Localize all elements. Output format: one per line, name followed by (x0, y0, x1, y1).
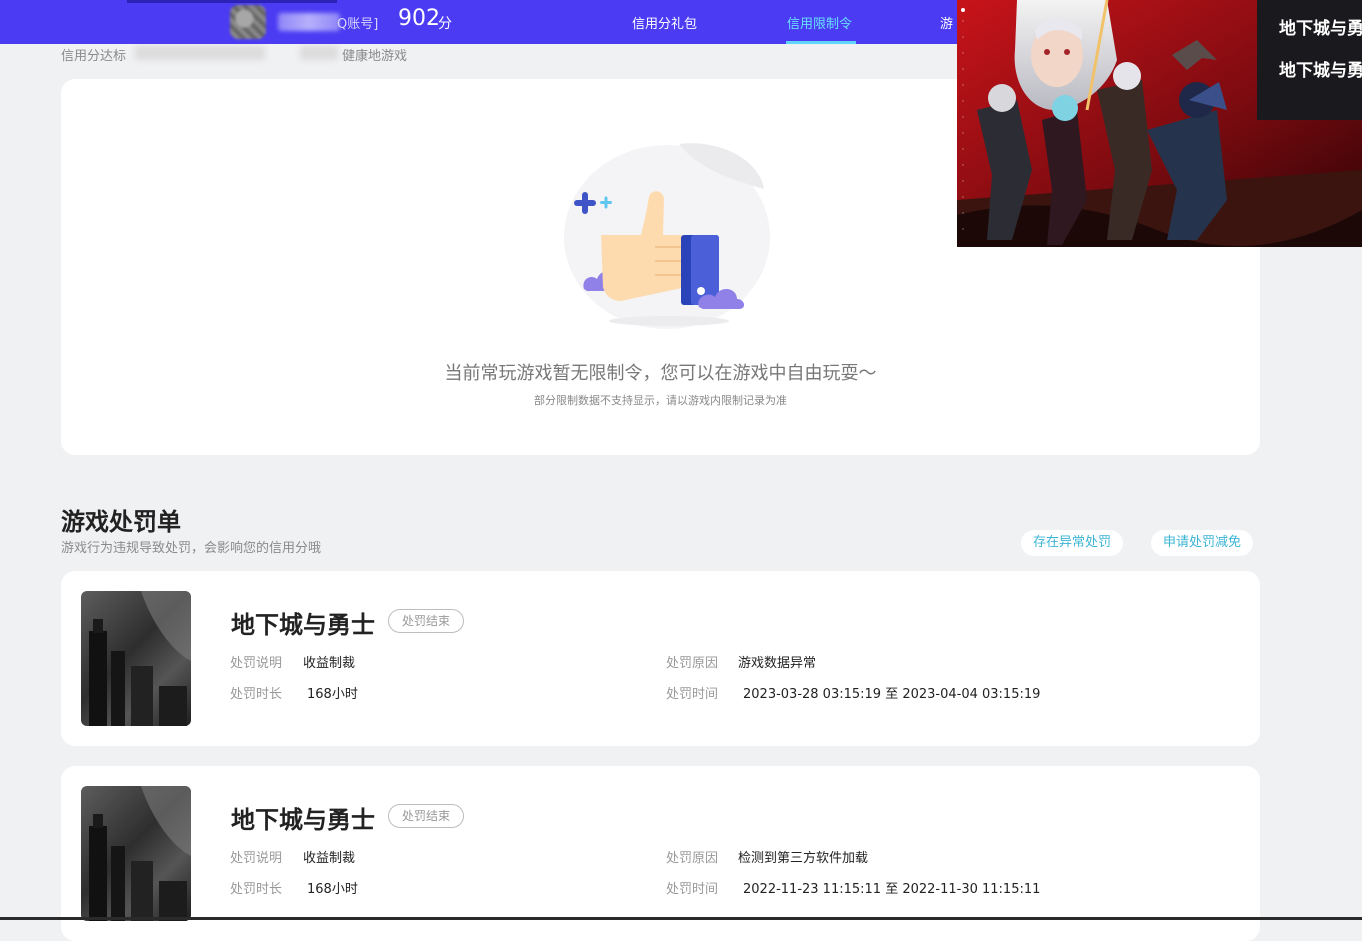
penalty-duration-label: 处罚时长 (230, 687, 283, 702)
game-thumbnail (81, 786, 191, 921)
penalty-explain-value: 收益制裁 (303, 851, 356, 866)
account-blurred (278, 13, 340, 31)
game-art-overlay[interactable]: 地下城与勇士 地下城与勇士 (957, 0, 1362, 247)
penalty-section-description: 游戏行为违规导致处罚，会影响您的信用分哦 (61, 541, 322, 556)
subtitle-blurred-2 (300, 46, 338, 60)
penalty-explain-value: 收益制裁 (303, 656, 356, 671)
game-name: 地下城与勇士 (231, 611, 375, 639)
game-logo-text: 地下城与勇士 (1279, 18, 1362, 39)
penalty-reason-label: 处罚原因 (666, 851, 719, 866)
penalty-card: 地下城与勇士 处罚结束 处罚说明 收益制裁 处罚时长 168小时 处罚原因 检测… (61, 766, 1260, 941)
game-thumbnail-art (89, 591, 191, 726)
penalty-card: 地下城与勇士 处罚结束 处罚说明 收益制裁 处罚时长 168小时 处罚原因 游戏… (61, 571, 1260, 746)
header-strip (127, 0, 337, 3)
penalty-duration-value: 168小时 (307, 882, 358, 897)
page-subtitle-end: 健康地游戏 (342, 49, 408, 64)
game-name: 地下城与勇士 (231, 806, 375, 834)
game-thumbnail (81, 591, 191, 726)
credit-score-unit: 分 (438, 16, 452, 32)
penalty-explain-label: 处罚说明 (230, 656, 283, 671)
penalty-duration-value: 168小时 (307, 687, 358, 702)
game-logo-text-2: 地下城与勇士 (1279, 60, 1362, 81)
penalty-section-title: 游戏处罚单 (61, 508, 181, 536)
page-subtitle-start: 信用分达标 (61, 49, 127, 64)
nav-credit-gift[interactable]: 信用分礼包 (632, 13, 697, 32)
active-tab-underline (786, 41, 856, 44)
penalty-reason-value: 游戏数据异常 (738, 656, 817, 671)
empty-state-title: 当前常玩游戏暂无限制令，您可以在游戏中自由玩耍～ (444, 363, 877, 384)
account-label: Q账号] (337, 17, 379, 32)
penalty-explain-label: 处罚说明 (230, 851, 283, 866)
penalty-time-value: 2023-03-28 03:15:19 至 2023-04-04 03:15:1… (743, 687, 1041, 702)
penalty-reason-value: 检测到第三方软件加载 (738, 851, 869, 866)
status-badge: 处罚结束 (388, 609, 465, 633)
apply-penalty-reduction-button[interactable]: 申请处罚减免 (1151, 530, 1254, 556)
penalty-time-label: 处罚时间 (666, 687, 719, 702)
thumbs-up-illustration (564, 143, 770, 329)
status-badge: 处罚结束 (388, 804, 465, 828)
empty-state-note: 部分限制数据不支持显示，请以游戏内限制记录为准 (534, 394, 787, 407)
game-thumbnail-art (89, 786, 191, 921)
game-key-art: 地下城与勇士 地下城与勇士 (957, 0, 1362, 247)
report-abnormal-penalty-button[interactable]: 存在异常处罚 (1021, 530, 1124, 556)
penalty-reason-label: 处罚原因 (666, 656, 719, 671)
penalty-duration-label: 处罚时长 (230, 882, 283, 897)
nav-games[interactable]: 游 (940, 13, 953, 32)
credit-score: 902 (398, 6, 440, 31)
penalty-time-label: 处罚时间 (666, 882, 719, 897)
penalty-time-value: 2022-11-23 11:15:11 至 2022-11-30 11:15:1… (743, 882, 1041, 897)
subtitle-blurred (135, 46, 265, 60)
avatar[interactable] (230, 5, 266, 39)
nav-credit-restriction[interactable]: 信用限制令 (787, 13, 852, 32)
